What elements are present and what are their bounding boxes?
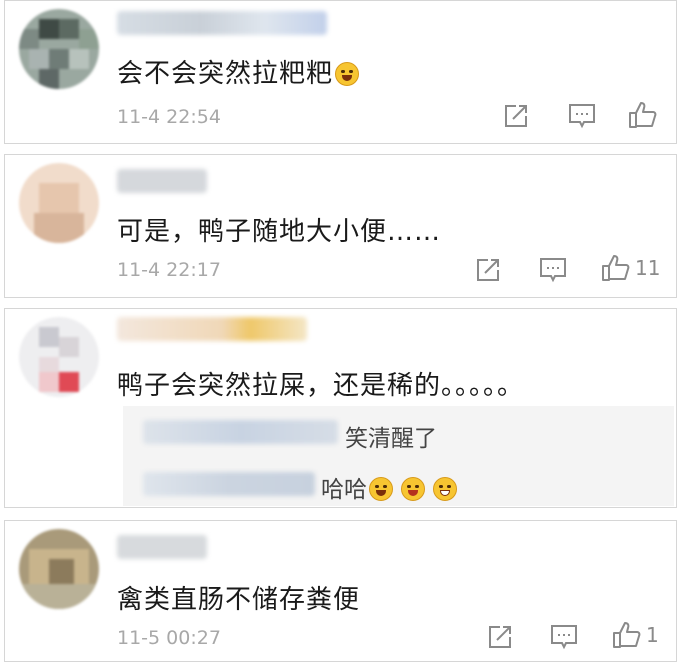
- reply-button[interactable]: [539, 257, 567, 283]
- comment-text: 可是，鸭子随地大小便……: [117, 217, 442, 247]
- username-blurred[interactable]: [117, 535, 207, 559]
- reply-thread: 笑清醒了 哈哈: [123, 406, 674, 506]
- comment-icon: [551, 625, 577, 650]
- like-count: 1: [646, 623, 659, 647]
- comment-card: 会不会突然拉粑粑 11-4 22:54: [4, 0, 677, 144]
- reply-username-blurred[interactable]: [143, 420, 338, 444]
- like-count: 11: [635, 256, 661, 280]
- grin-emoji: [401, 477, 425, 501]
- like-button[interactable]: 1: [612, 621, 659, 649]
- reply-text: 笑清醒了: [345, 426, 437, 452]
- comment-icon: [540, 258, 566, 283]
- share-button[interactable]: [475, 257, 501, 283]
- comment-time: 11-5 00:27: [117, 627, 221, 649]
- reply-button[interactable]: [550, 624, 578, 650]
- comment-card: 禽类直肠不储存粪便 11-5 00:27 1: [4, 520, 677, 662]
- thumbs-up-icon: [613, 622, 641, 648]
- thumbs-up-icon: [629, 102, 657, 128]
- reply-username-blurred[interactable]: [143, 472, 315, 496]
- share-button[interactable]: [503, 103, 529, 129]
- reply-text: 哈哈: [321, 470, 457, 504]
- reply-button[interactable]: [568, 103, 596, 129]
- comment-card: 可是，鸭子随地大小便…… 11-4 22:17 11: [4, 154, 677, 298]
- avatar[interactable]: [19, 529, 99, 609]
- share-button[interactable]: [487, 624, 513, 650]
- comment-text: 禽类直肠不储存粪便: [117, 585, 361, 615]
- avatar[interactable]: [19, 163, 99, 243]
- share-icon: [505, 105, 527, 127]
- username-blurred[interactable]: [117, 169, 207, 193]
- comment-text: 会不会突然拉粑粑: [117, 53, 360, 90]
- like-button[interactable]: [628, 101, 662, 129]
- comment-card: 鸭子会突然拉屎，还是稀的。。。。。 笑清醒了 哈哈: [4, 308, 677, 508]
- comment-icon: [569, 104, 595, 129]
- username-blurred[interactable]: [117, 11, 327, 35]
- avatar[interactable]: [19, 9, 99, 89]
- avatar[interactable]: [19, 317, 99, 397]
- comment-time: 11-4 22:54: [117, 106, 221, 128]
- comment-time: 11-4 22:17: [117, 259, 221, 281]
- share-icon: [477, 259, 499, 281]
- username-blurred[interactable]: [117, 317, 307, 341]
- laugh-cry-emoji: [335, 62, 360, 86]
- laugh-emoji: [433, 477, 457, 501]
- laugh-cry-emoji: [369, 477, 393, 501]
- share-icon: [489, 626, 511, 648]
- thumbs-up-icon: [602, 255, 630, 281]
- like-button[interactable]: 11: [601, 254, 660, 282]
- comment-text: 鸭子会突然拉屎，还是稀的。。。。。: [117, 371, 525, 401]
